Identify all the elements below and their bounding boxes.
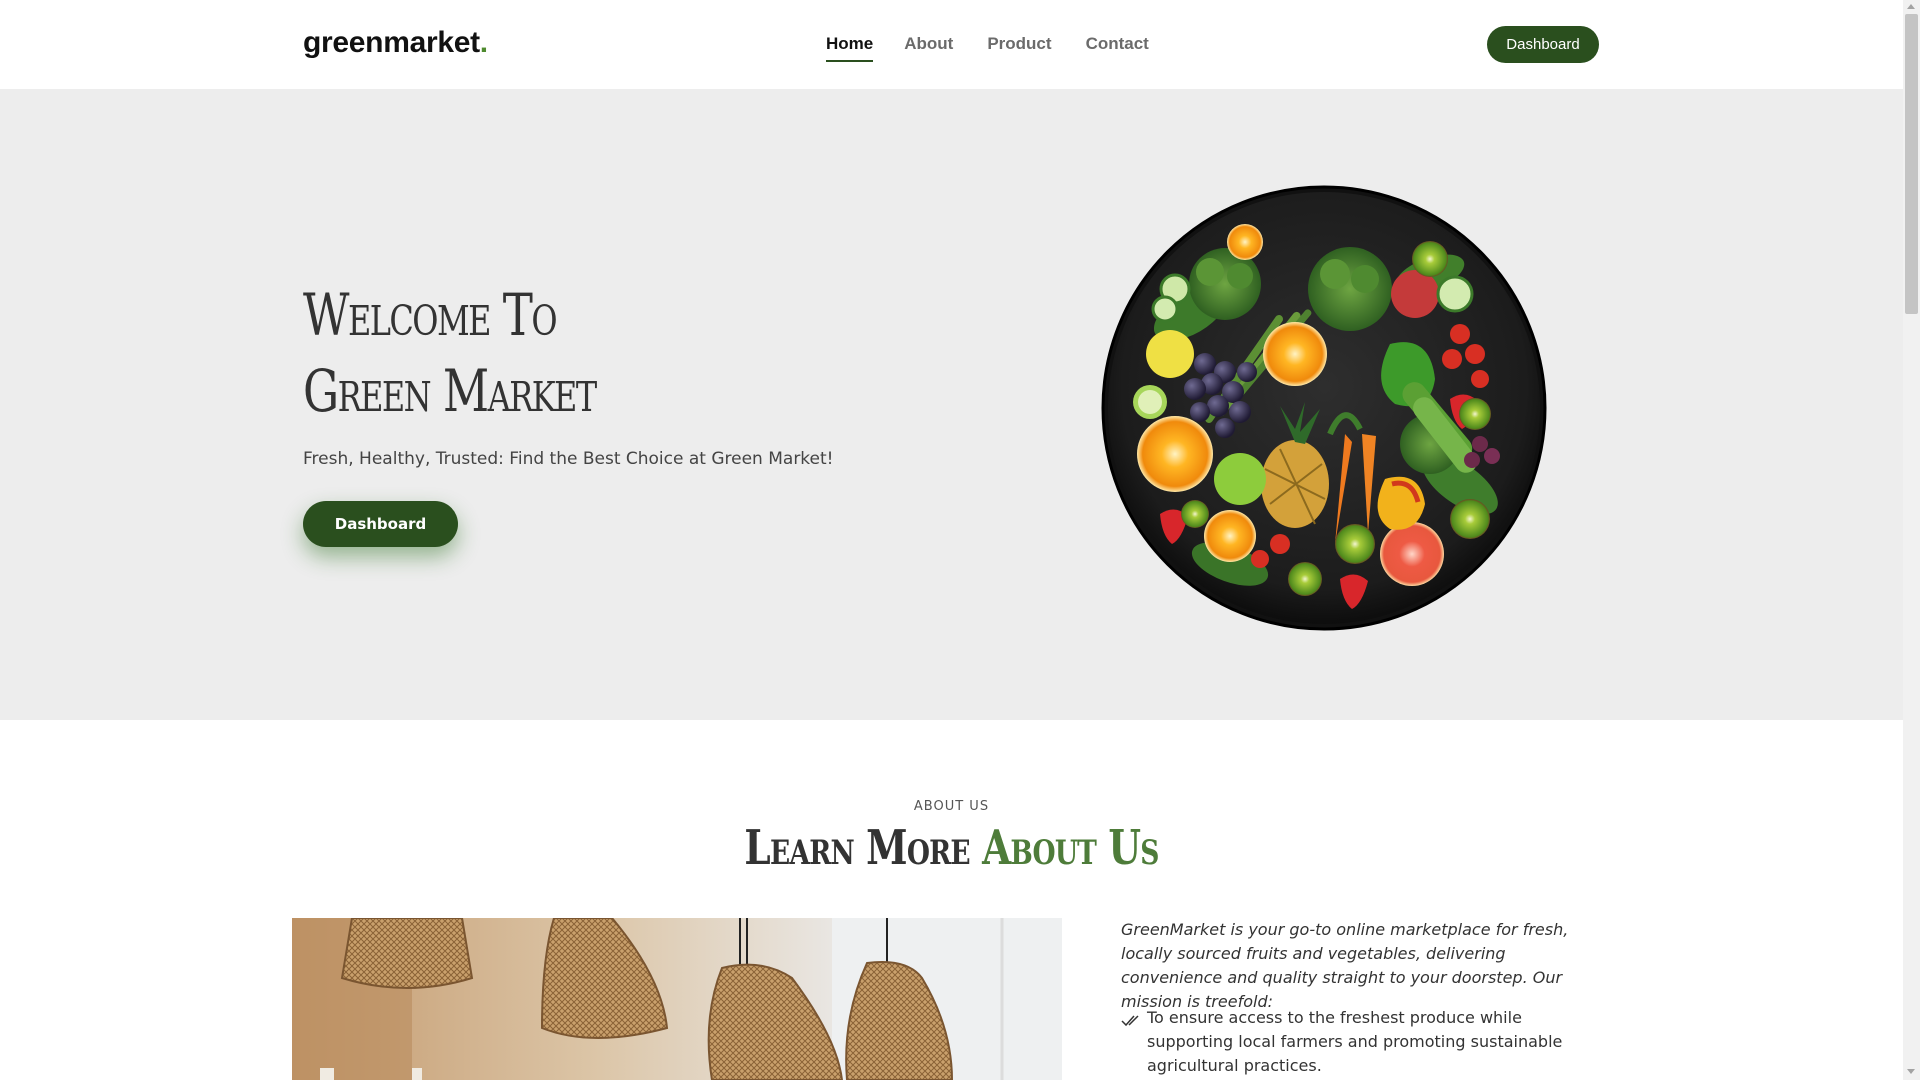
- hero-title: Welcome To Green Market: [303, 277, 597, 429]
- scroll-thumb[interactable]: [1905, 14, 1918, 314]
- main-nav: Home About Product Contact: [826, 34, 1149, 62]
- scroll-up-icon[interactable]: [1907, 4, 1915, 9]
- nav-home[interactable]: Home: [826, 34, 874, 62]
- about-image: [292, 918, 1062, 1080]
- about-point: To ensure access to the freshest produce…: [1121, 1006, 1601, 1078]
- hero-title-line1: Welcome To: [303, 281, 558, 349]
- hero-subtitle: Fresh, Healthy, Trusted: Find the Best C…: [303, 449, 834, 469]
- wicker-lamps-photo: [292, 918, 1062, 1080]
- produce-plate-illustration: [1101, 185, 1547, 631]
- logo[interactable]: greenmarket.: [303, 26, 488, 60]
- hero-dashboard-button[interactable]: Dashboard: [303, 501, 458, 547]
- about-title-part1: Learn More: [744, 820, 970, 876]
- nav-product[interactable]: Product: [987, 34, 1051, 62]
- nav-contact[interactable]: Contact: [1086, 34, 1149, 62]
- double-check-icon: [1121, 1006, 1147, 1078]
- page-scrollbar[interactable]: [1903, 0, 1920, 1080]
- about-title: Learn More About Us: [0, 820, 1903, 876]
- about-eyebrow: ABOUT US: [913, 799, 990, 814]
- site-header: greenmarket. Home About Product Contact …: [0, 0, 1903, 89]
- header-dashboard-button[interactable]: Dashboard: [1487, 26, 1599, 63]
- about-point-text: To ensure access to the freshest produce…: [1147, 1008, 1563, 1075]
- nav-about[interactable]: About: [904, 34, 953, 62]
- logo-text: greenmarket: [303, 26, 480, 59]
- hero-title-line2: Green Market: [303, 357, 597, 425]
- logo-dot: .: [479, 26, 488, 59]
- about-intro: GreenMarket is your go-to online marketp…: [1121, 920, 1569, 1011]
- scroll-down-icon[interactable]: [1907, 1069, 1915, 1074]
- about-title-part2: About Us: [982, 820, 1159, 876]
- hero-section: Welcome To Green Market Fresh, Healthy, …: [0, 89, 1903, 720]
- produce-plate-image: [1100, 184, 1548, 632]
